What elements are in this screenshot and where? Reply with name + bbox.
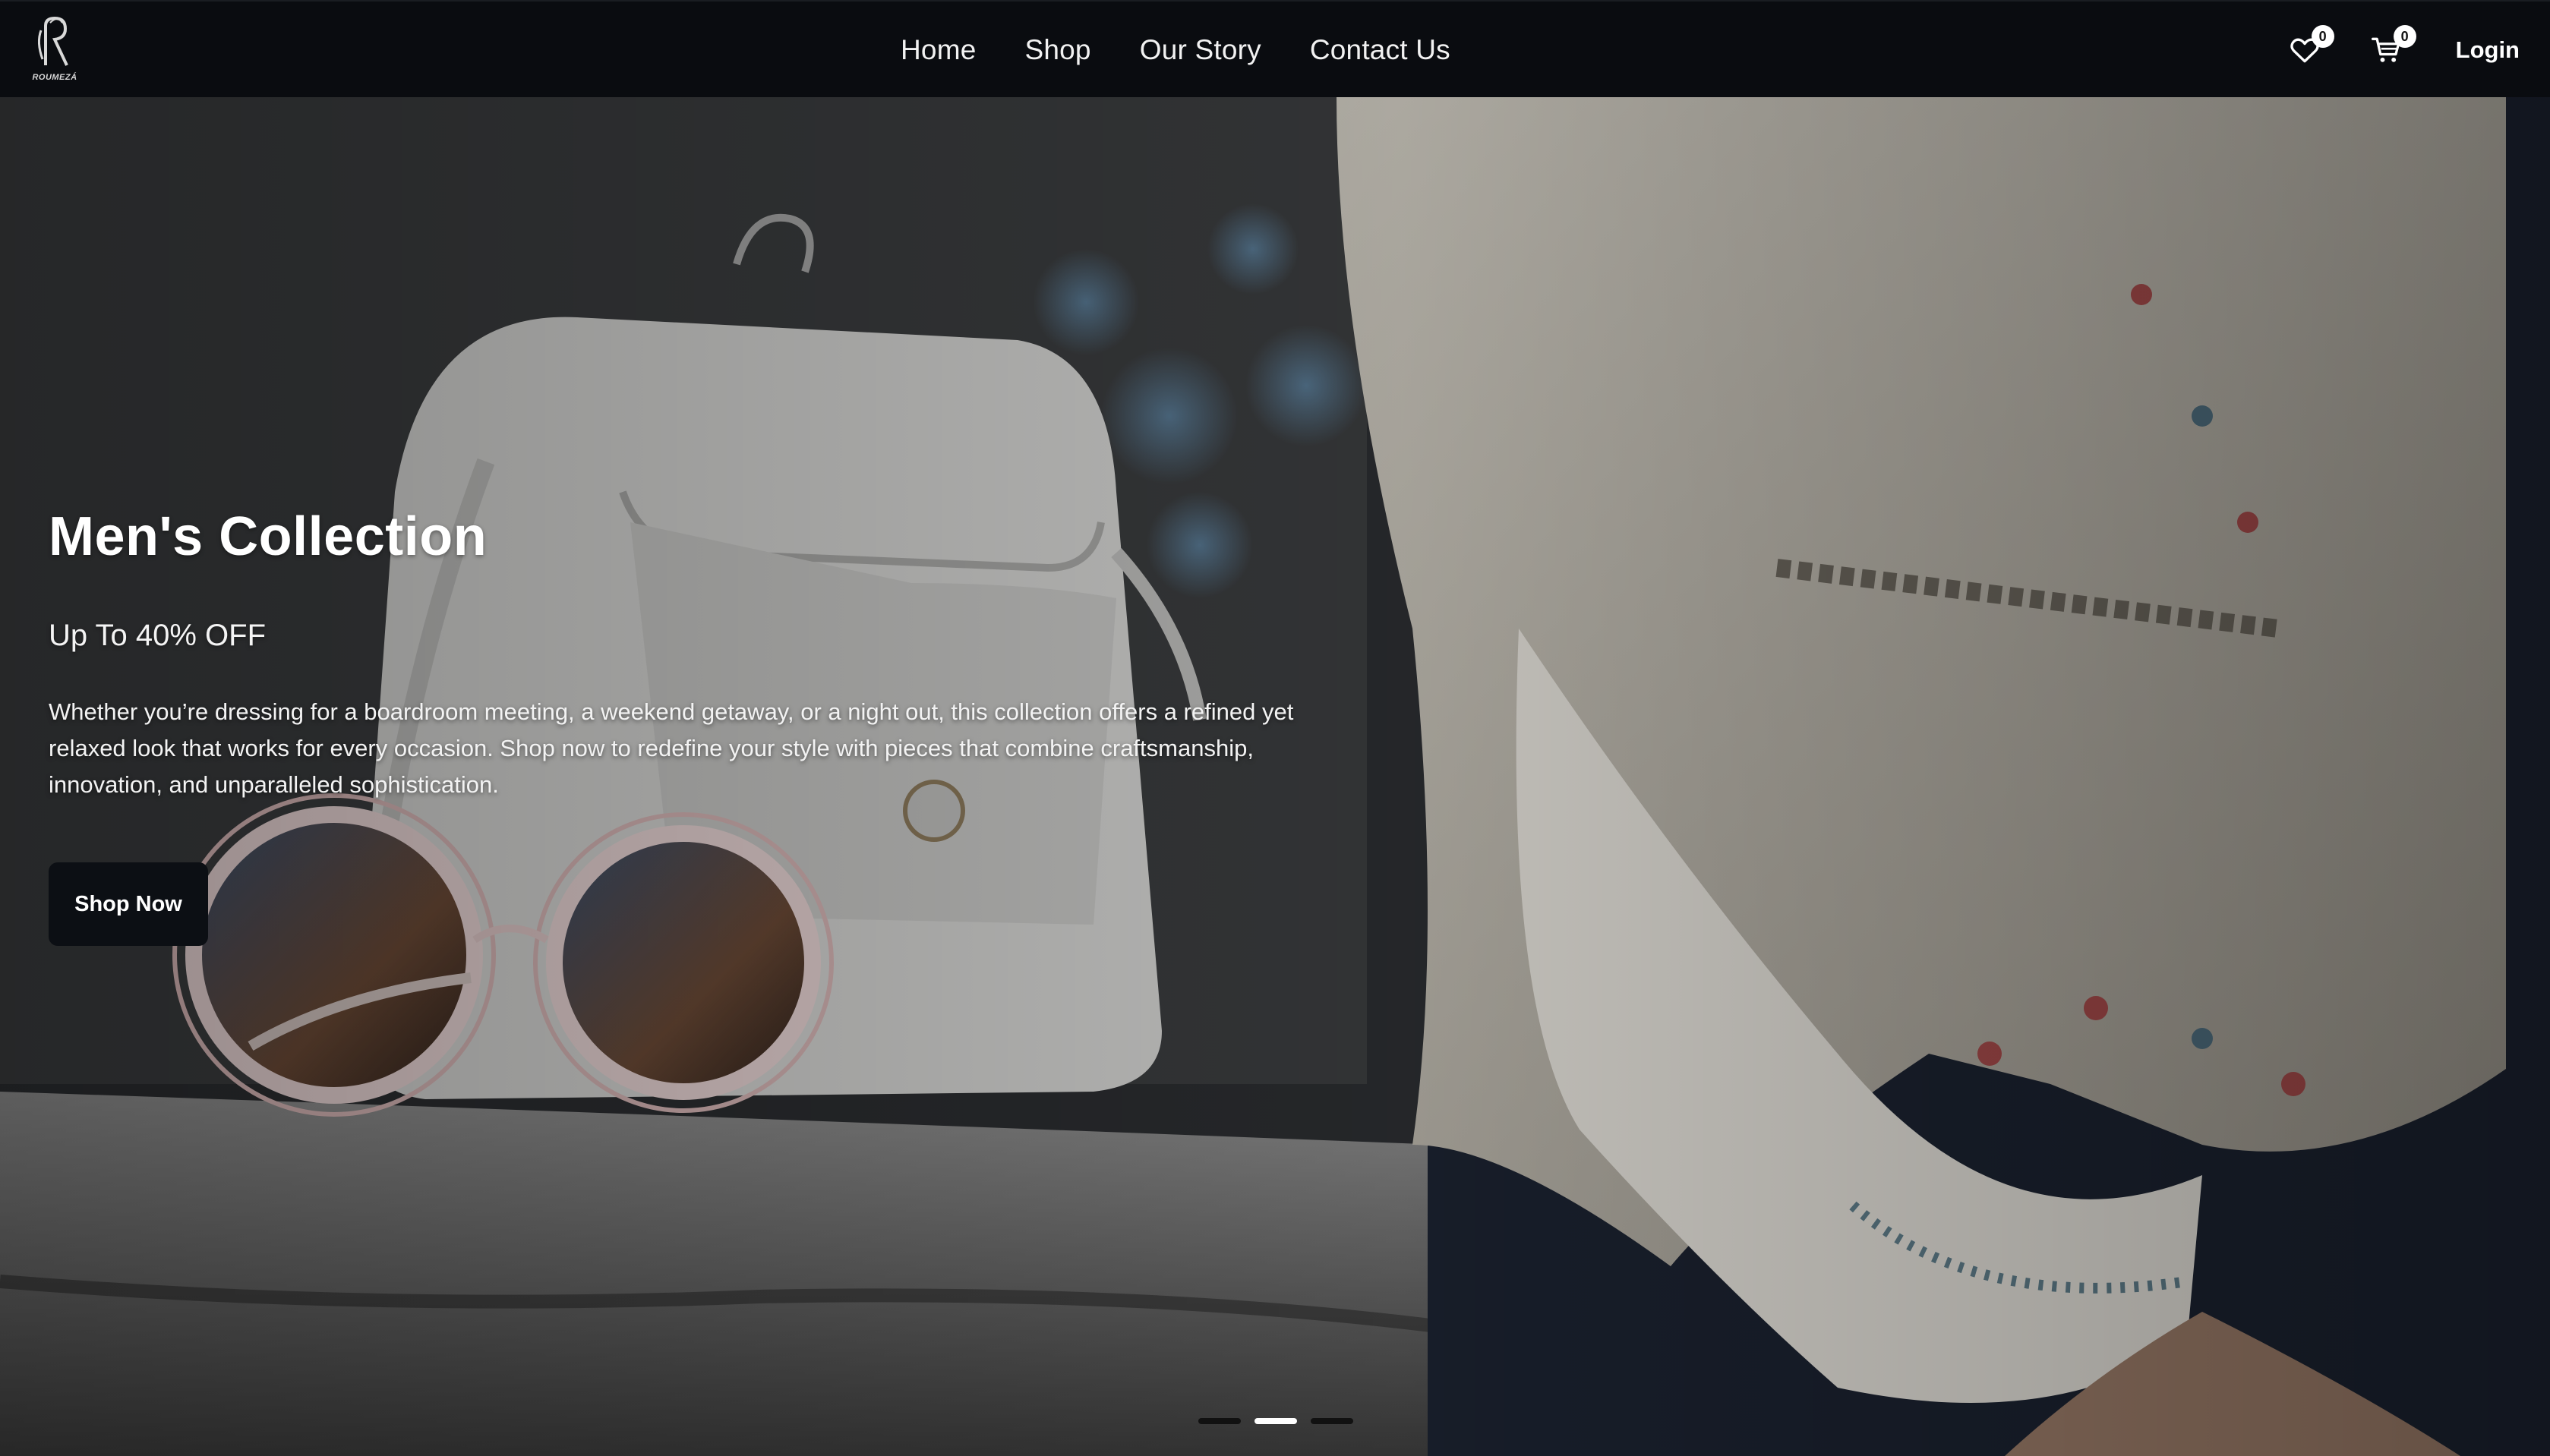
login-link[interactable]: Login — [2456, 36, 2520, 64]
logo-text: ROUMEZÁ — [32, 73, 77, 82]
hero-title: Men's Collection — [49, 506, 488, 567]
wishlist-button[interactable]: 0 — [2286, 25, 2334, 69]
nav-home-link[interactable]: Home — [901, 34, 977, 66]
nav-actions: 0 0 Login — [2286, 2, 2520, 99]
slide-dot-2[interactable] — [1254, 1418, 1297, 1424]
hero-description: Whether you’re dressing for a boardroom … — [49, 698, 1294, 799]
slide-dot-3[interactable] — [1311, 1418, 1353, 1424]
hero-slider: Men's Collection Up To 40% OFF Whether y… — [0, 97, 2550, 1456]
hero-content: Men's Collection Up To 40% OFF Whether y… — [49, 506, 1355, 947]
cart-button[interactable]: 0 — [2368, 25, 2416, 69]
nav-our-story-link[interactable]: Our Story — [1140, 34, 1261, 66]
slide-dot-1[interactable] — [1198, 1418, 1241, 1424]
shop-now-button[interactable]: Shop Now — [49, 862, 208, 947]
wishlist-count-badge: 0 — [2311, 25, 2334, 48]
cart-count-badge: 0 — [2393, 25, 2416, 48]
monogram-r-icon — [37, 16, 68, 66]
navbar: ROUMEZÁ Home Shop Our Story Contact Us 0… — [0, 0, 2550, 97]
nav-shop-link[interactable]: Shop — [1025, 34, 1091, 66]
main-nav: Home Shop Our Story Contact Us — [901, 2, 1450, 99]
logo[interactable]: ROUMEZÁ — [30, 12, 79, 85]
hero-subtitle: Up To 40% OFF — [49, 619, 267, 653]
nav-contact-link[interactable]: Contact Us — [1310, 34, 1450, 66]
slider-pagination — [1198, 1418, 1353, 1424]
